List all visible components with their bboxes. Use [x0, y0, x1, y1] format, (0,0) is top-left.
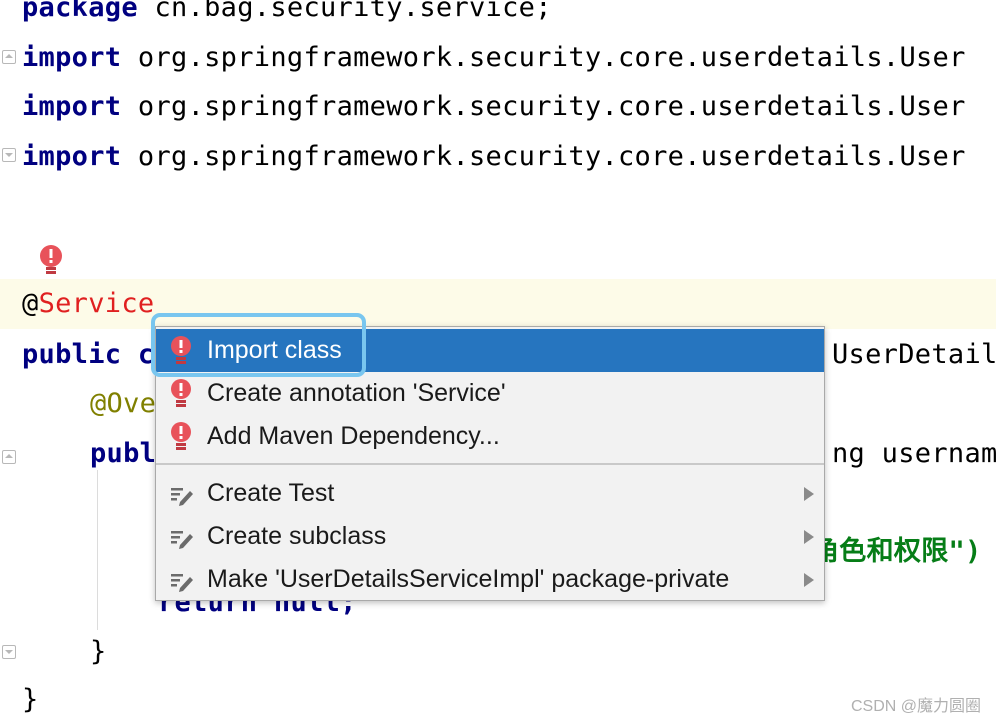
- keyword: import: [22, 42, 122, 73]
- code-line-annotation: @Service: [22, 284, 154, 324]
- code-line-method-decl: publ: [90, 434, 156, 474]
- code-line-method-close: }: [90, 632, 107, 672]
- import-path: org.springframework.security.core.userde…: [121, 42, 966, 73]
- menu-item-create-annotation[interactable]: Create annotation 'Service': [156, 372, 824, 415]
- menu-item-label: Create subclass: [207, 522, 387, 550]
- intention-pencil-icon: [171, 574, 193, 592]
- at-sign: @: [22, 288, 39, 319]
- menu-item-create-test[interactable]: Create Test: [156, 472, 824, 515]
- watermark: CSDN @魔力圆圈: [850, 698, 981, 715]
- fold-method-icon[interactable]: [2, 450, 16, 464]
- quickfix-bulb-icon: [171, 422, 191, 450]
- code-line-class-close: }: [22, 680, 39, 720]
- keyword: publ: [90, 438, 157, 469]
- menu-item-label: Make 'UserDetailsServiceImpl' package-pr…: [207, 565, 730, 593]
- menu-item-add-maven-dependency[interactable]: Add Maven Dependency...: [156, 415, 824, 458]
- quickfix-bulb-icon: [171, 379, 191, 407]
- chevron-right-icon: [804, 530, 814, 544]
- chevron-right-icon: [804, 573, 814, 587]
- selection-highlight-ring: [151, 313, 366, 377]
- fold-imports-icon[interactable]: [2, 50, 16, 64]
- import-path: org.springframework.security.core.userde…: [121, 141, 966, 172]
- code-line-class-tail: UserDetail: [832, 335, 996, 375]
- keyword: import: [22, 91, 122, 122]
- method-params: ng username: [832, 438, 996, 469]
- keyword: import: [22, 141, 122, 172]
- chevron-right-icon: [804, 487, 814, 501]
- code-line-override: @Ove: [90, 384, 156, 424]
- fold-imports-end-icon[interactable]: [2, 148, 16, 162]
- menu-item-create-subclass[interactable]: Create subclass: [156, 515, 824, 558]
- override-annotation: @Ove: [90, 388, 157, 419]
- menu-item-make-package-private[interactable]: Make 'UserDetailsServiceImpl' package-pr…: [156, 558, 824, 601]
- intention-pencil-icon: [171, 531, 193, 549]
- menu-item-label: Create Test: [207, 479, 335, 507]
- code-line-string-tail: 角色和权限"): [812, 532, 982, 572]
- code-line-package: package cn.bag.security.service;: [22, 0, 552, 28]
- code-editor[interactable]: package cn.bag.security.service; import …: [0, 0, 996, 724]
- fold-method-end-icon[interactable]: [2, 645, 16, 659]
- package-name: cn.bag.security.service;: [137, 0, 552, 23]
- string-literal: 角色和权限"): [812, 536, 982, 567]
- interface-name: UserDetail: [832, 339, 996, 370]
- menu-item-label: Add Maven Dependency...: [207, 422, 500, 450]
- closing-brace: }: [22, 684, 39, 715]
- code-line-import-1: import org.springframework.security.core…: [22, 38, 966, 78]
- code-line-import-2: import org.springframework.security.core…: [22, 87, 966, 127]
- intention-pencil-icon: [171, 488, 193, 506]
- code-line-class-decl: public c: [22, 335, 154, 375]
- code-line-method-tail: ng username: [832, 434, 996, 474]
- menu-separator: [156, 463, 824, 465]
- unresolved-annotation[interactable]: Service: [39, 288, 155, 319]
- import-path: org.springframework.security.core.userde…: [121, 91, 966, 122]
- error-bulb-icon[interactable]: [38, 244, 64, 278]
- class-keyword-fragment: c: [121, 339, 155, 370]
- menu-item-label: Create annotation 'Service': [207, 379, 506, 407]
- keyword: package: [22, 0, 138, 23]
- keyword: public: [22, 339, 122, 370]
- indent-guide: [97, 470, 98, 630]
- code-line-import-3: import org.springframework.security.core…: [22, 137, 966, 177]
- closing-brace: }: [90, 636, 107, 667]
